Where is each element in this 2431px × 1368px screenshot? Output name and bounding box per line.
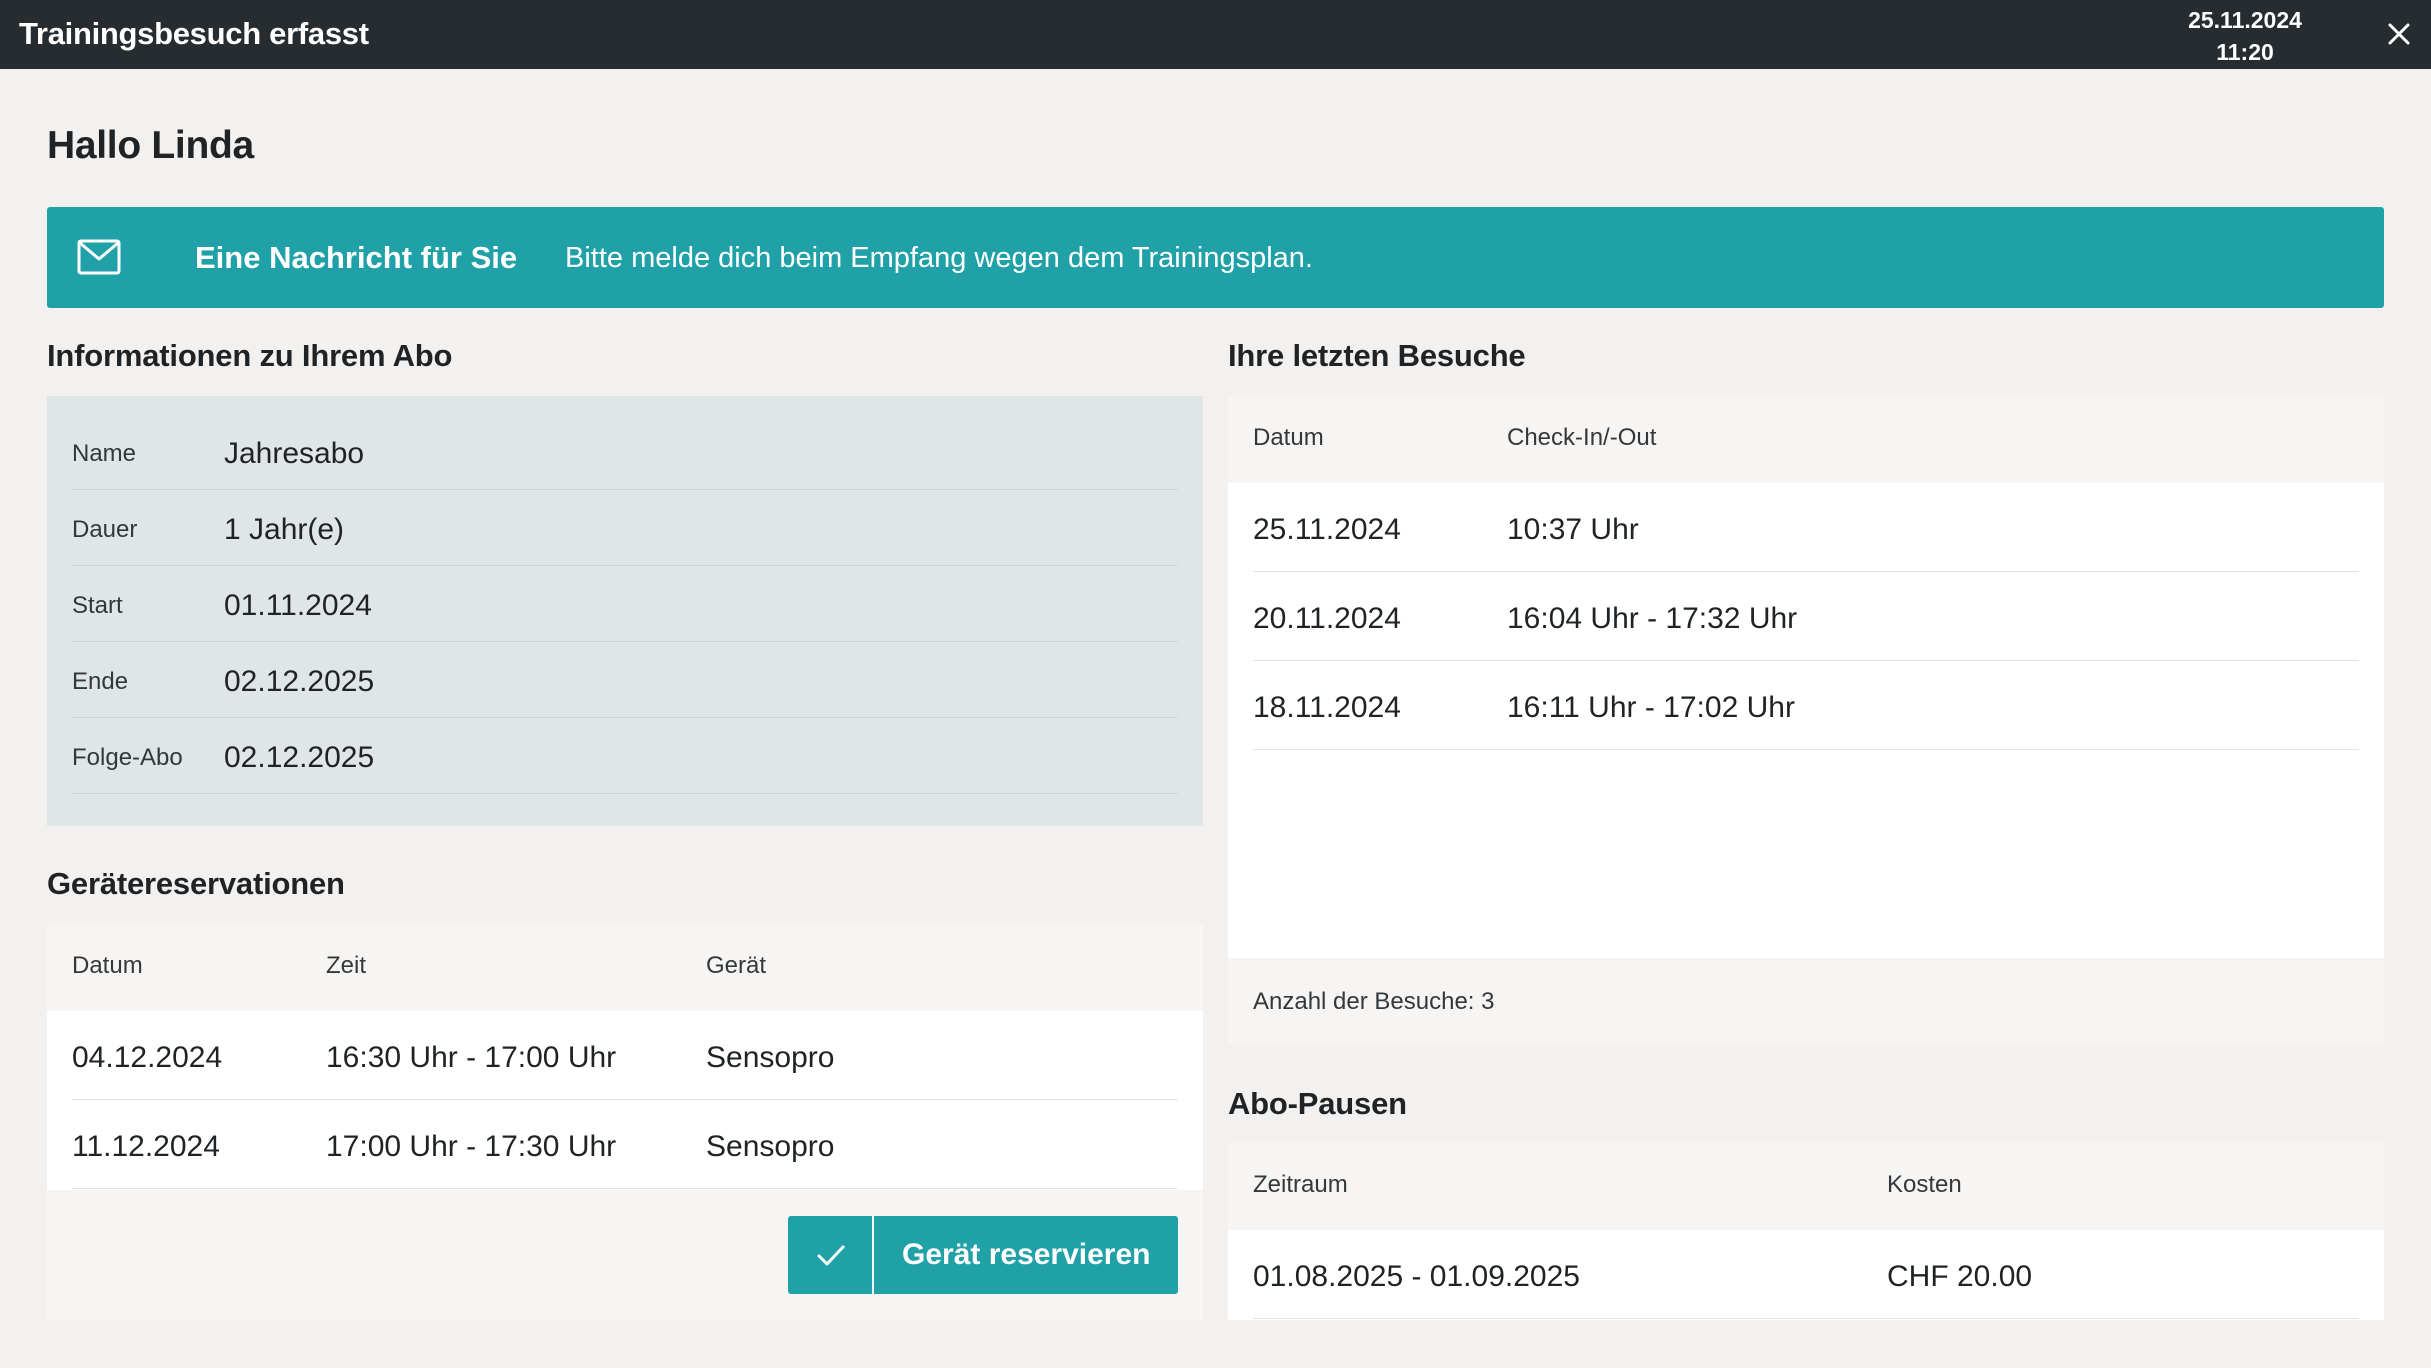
pauses-table: Zeitraum Kosten 01.08.2025 - 01.09.2025 …: [1228, 1143, 2384, 1320]
visit-date: 18.11.2024: [1253, 691, 1401, 724]
visits-section-title: Ihre letzten Besuche: [1228, 338, 1526, 373]
abo-row: Start 01.11.2024: [72, 566, 1178, 642]
table-header: Datum Check-In/-Out: [1228, 396, 2384, 483]
reserve-device-label: Gerät reservieren: [902, 1238, 1151, 1271]
reserve-device-button[interactable]: Gerät reservieren: [788, 1216, 1178, 1294]
message-title: Eine Nachricht für Sie: [195, 240, 518, 275]
reservation-time: 17:00 Uhr - 17:30 Uhr: [326, 1130, 617, 1163]
visits-table: Datum Check-In/-Out 25.11.2024 10:37 Uhr…: [1228, 396, 2384, 1045]
abo-row: Dauer 1 Jahr(e): [72, 490, 1178, 566]
column-header-period: Zeitraum: [1253, 1171, 1348, 1198]
message-banner: Eine Nachricht für Sie Bitte melde dich …: [47, 207, 2384, 308]
abo-value: Jahresabo: [224, 437, 365, 470]
column-header-time: Zeit: [326, 952, 367, 979]
table-header: Zeitraum Kosten: [1228, 1143, 2384, 1230]
visit-checkinout: 10:37 Uhr: [1507, 513, 1639, 546]
column-header-date: Datum: [1253, 424, 1324, 451]
abo-row: Name Jahresabo: [72, 414, 1178, 490]
visit-count: Anzahl der Besuche: 3: [1253, 988, 1495, 1015]
visit-date: 25.11.2024: [1253, 513, 1401, 546]
abo-label: Dauer: [72, 516, 138, 543]
current-date: 25.11.2024: [2188, 7, 2302, 33]
abo-value: 02.12.2025: [224, 741, 375, 774]
abo-row: Folge-Abo 02.12.2025: [72, 718, 1178, 794]
table-row: 04.12.2024 16:30 Uhr - 17:00 Uhr Sensopr…: [72, 1011, 1178, 1100]
close-icon[interactable]: [2385, 20, 2413, 48]
column-header-checkinout: Check-In/-Out: [1507, 424, 1657, 451]
abo-value: 01.11.2024: [224, 589, 372, 622]
reservation-device: Sensopro: [706, 1130, 835, 1163]
table-row: 20.11.2024 16:04 Uhr - 17:32 Uhr: [1253, 572, 2359, 661]
reservation-device: Sensopro: [706, 1041, 835, 1074]
reservations-table: Datum Zeit Gerät 04.12.2024 16:30 Uhr - …: [47, 924, 1203, 1320]
check-icon: [788, 1216, 874, 1294]
mail-icon: [77, 239, 121, 275]
visits-footer: Anzahl der Besuche: 3: [1228, 958, 2384, 1045]
greeting-title: Hallo Linda: [47, 124, 254, 167]
pause-cost: CHF 20.00: [1887, 1260, 2033, 1293]
abo-label: Name: [72, 440, 137, 467]
table-row: 18.11.2024 16:11 Uhr - 17:02 Uhr: [1253, 661, 2359, 750]
abo-label: Folge-Abo: [72, 744, 183, 771]
abo-value: 1 Jahr(e): [224, 513, 345, 546]
message-text: Bitte melde dich beim Empfang wegen dem …: [565, 242, 1313, 274]
datetime: 25.11.2024 11:20: [2175, 4, 2315, 68]
visit-checkinout: 16:04 Uhr - 17:32 Uhr: [1507, 602, 1798, 635]
table-row: 11.12.2024 17:00 Uhr - 17:30 Uhr Sensopr…: [72, 1100, 1178, 1189]
column-header-device: Gerät: [706, 952, 767, 979]
pause-period: 01.08.2025 - 01.09.2025: [1253, 1260, 1580, 1293]
table-row: 25.11.2024 10:37 Uhr: [1253, 483, 2359, 572]
abo-info-panel: Name Jahresabo Dauer 1 Jahr(e) Start 01.…: [47, 396, 1203, 826]
table-row: 01.08.2025 - 01.09.2025 CHF 20.00: [1253, 1230, 2359, 1319]
reservation-date: 04.12.2024: [72, 1041, 223, 1074]
reservation-time: 16:30 Uhr - 17:00 Uhr: [326, 1041, 617, 1074]
abo-row: Ende 02.12.2025: [72, 642, 1178, 718]
abo-label: Start: [72, 592, 123, 619]
column-header-cost: Kosten: [1887, 1171, 1962, 1198]
pauses-section-title: Abo-Pausen: [1228, 1086, 1407, 1121]
current-time: 11:20: [2216, 39, 2274, 65]
reservations-section-title: Gerätereservationen: [47, 866, 345, 901]
visit-checkinout: 16:11 Uhr - 17:02 Uhr: [1507, 691, 1795, 724]
reservation-date: 11.12.2024: [72, 1130, 220, 1163]
abo-label: Ende: [72, 668, 129, 695]
window-title: Trainingsbesuch erfasst: [19, 16, 369, 51]
abo-section-title: Informationen zu Ihrem Abo: [47, 338, 453, 373]
abo-value: 02.12.2025: [224, 665, 375, 698]
visit-date: 20.11.2024: [1253, 602, 1401, 635]
reservations-footer: Gerät reservieren: [47, 1190, 1203, 1320]
title-bar: Trainingsbesuch erfasst 25.11.2024 11:20: [0, 0, 2431, 69]
table-header: Datum Zeit Gerät: [47, 924, 1203, 1011]
column-header-date: Datum: [72, 952, 143, 979]
